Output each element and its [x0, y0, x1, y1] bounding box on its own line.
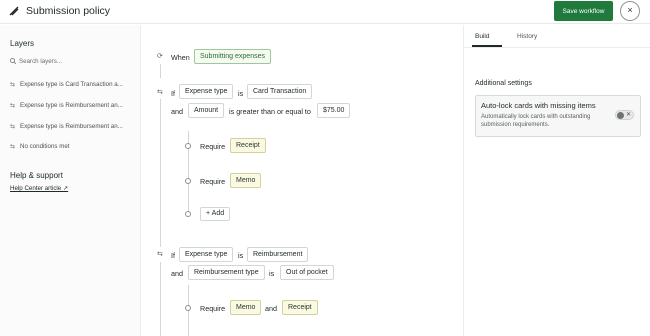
condition-operator: is — [269, 269, 275, 278]
search-layers-input[interactable]: Search layers... — [10, 58, 62, 65]
condition-field[interactable]: Expense type — [179, 84, 234, 99]
layer-item-label: Expense type is Card Transaction a... — [20, 81, 123, 88]
branch-icon: ⇆ — [157, 89, 163, 96]
condition-operator: is — [238, 251, 244, 260]
workflow-canvas: ⟳ When Submitting expenses ⇆ If Expense … — [142, 25, 462, 336]
branch-icon: ⇆ — [10, 143, 16, 150]
branch-icon: ⇆ — [10, 123, 16, 130]
condition-value[interactable]: $75.00 — [317, 103, 351, 118]
requirement-chip[interactable]: Memo — [230, 300, 262, 315]
trigger-chip[interactable]: Submitting expenses — [194, 49, 271, 64]
node-dot — [185, 211, 191, 217]
layer-item[interactable]: ⇆ Expense type is Card Transaction a... — [10, 81, 134, 88]
layer-item-label: No conditions met — [20, 143, 70, 150]
settings-panel: Build History Additional settings Auto-l… — [463, 25, 650, 336]
condition-value[interactable]: Card Transaction — [247, 84, 313, 99]
auto-lock-setting-card: Auto-lock cards with missing items Autom… — [475, 95, 641, 137]
tab-build[interactable]: Build — [475, 33, 489, 40]
tab-divider — [464, 47, 650, 48]
help-center-link[interactable]: Help Center article ↗ — [10, 185, 68, 192]
policy-icon — [9, 6, 19, 16]
and-label: and — [265, 304, 277, 313]
condition-field[interactable]: Amount — [188, 103, 225, 118]
require-label: Require — [200, 142, 226, 151]
require-label: Require — [200, 177, 226, 186]
page-title: Submission policy — [26, 5, 111, 17]
setting-description: Automatically lock cards with outstandin… — [481, 114, 591, 128]
layers-heading: Layers — [10, 39, 35, 48]
and-label: and — [171, 107, 183, 116]
search-placeholder: Search layers... — [19, 58, 62, 65]
and-label: and — [171, 269, 183, 278]
condition-operator: is greater than or equal to — [229, 107, 311, 116]
connector-line — [160, 64, 161, 78]
layer-item-label: Expense type is Reimbursement an... — [20, 123, 123, 130]
layer-item-label: Expense type is Reimbursement an... — [20, 102, 123, 109]
add-requirement-button[interactable]: + Add — [200, 207, 231, 221]
help-heading: Help & support — [10, 171, 63, 180]
toggle-off-icon: ✕ — [626, 112, 632, 118]
condition-field[interactable]: Expense type — [179, 247, 234, 262]
layers-sidebar: Layers Search layers... ⇆ Expense type is… — [0, 25, 141, 336]
if-label: If — [171, 251, 175, 260]
connector-line — [160, 99, 161, 247]
layer-item[interactable]: ⇆ Expense type is Reimbursement an... — [10, 123, 134, 130]
toggle-knob — [617, 112, 624, 119]
search-icon — [10, 58, 17, 65]
branch-icon: ⇆ — [10, 81, 16, 88]
save-workflow-button[interactable]: Save workflow — [554, 1, 613, 21]
condition-value[interactable]: Out of pocket — [280, 265, 334, 280]
requirement-chip[interactable]: Receipt — [282, 300, 318, 315]
app-header: Submission policy Save workflow × — [0, 0, 650, 24]
node-dot — [185, 178, 191, 184]
branch-icon: ⇆ — [157, 251, 163, 258]
tab-history[interactable]: History — [517, 33, 537, 40]
condition-operator: is — [238, 89, 244, 98]
close-icon[interactable]: × — [620, 1, 640, 21]
layer-item[interactable]: ⇆ Expense type is Reimbursement an... — [10, 102, 134, 109]
requirement-chip[interactable]: Receipt — [230, 138, 266, 153]
node-dot — [185, 305, 191, 311]
condition-value[interactable]: Reimbursement — [247, 247, 309, 262]
section-title: Additional settings — [475, 80, 532, 87]
layer-item[interactable]: ⇆ No conditions met — [10, 143, 134, 150]
connector-line — [160, 262, 161, 336]
setting-title: Auto-lock cards with missing items — [481, 101, 596, 110]
trigger-icon: ⟳ — [157, 53, 163, 60]
condition-field[interactable]: Reimbursement type — [188, 265, 265, 280]
if-label: If — [171, 89, 175, 98]
require-label: Require — [200, 304, 226, 313]
node-dot — [185, 143, 191, 149]
requirement-chip[interactable]: Memo — [230, 173, 262, 188]
branch-icon: ⇆ — [10, 102, 16, 109]
when-label: When — [171, 53, 190, 62]
auto-lock-toggle[interactable]: ✕ — [615, 110, 634, 120]
